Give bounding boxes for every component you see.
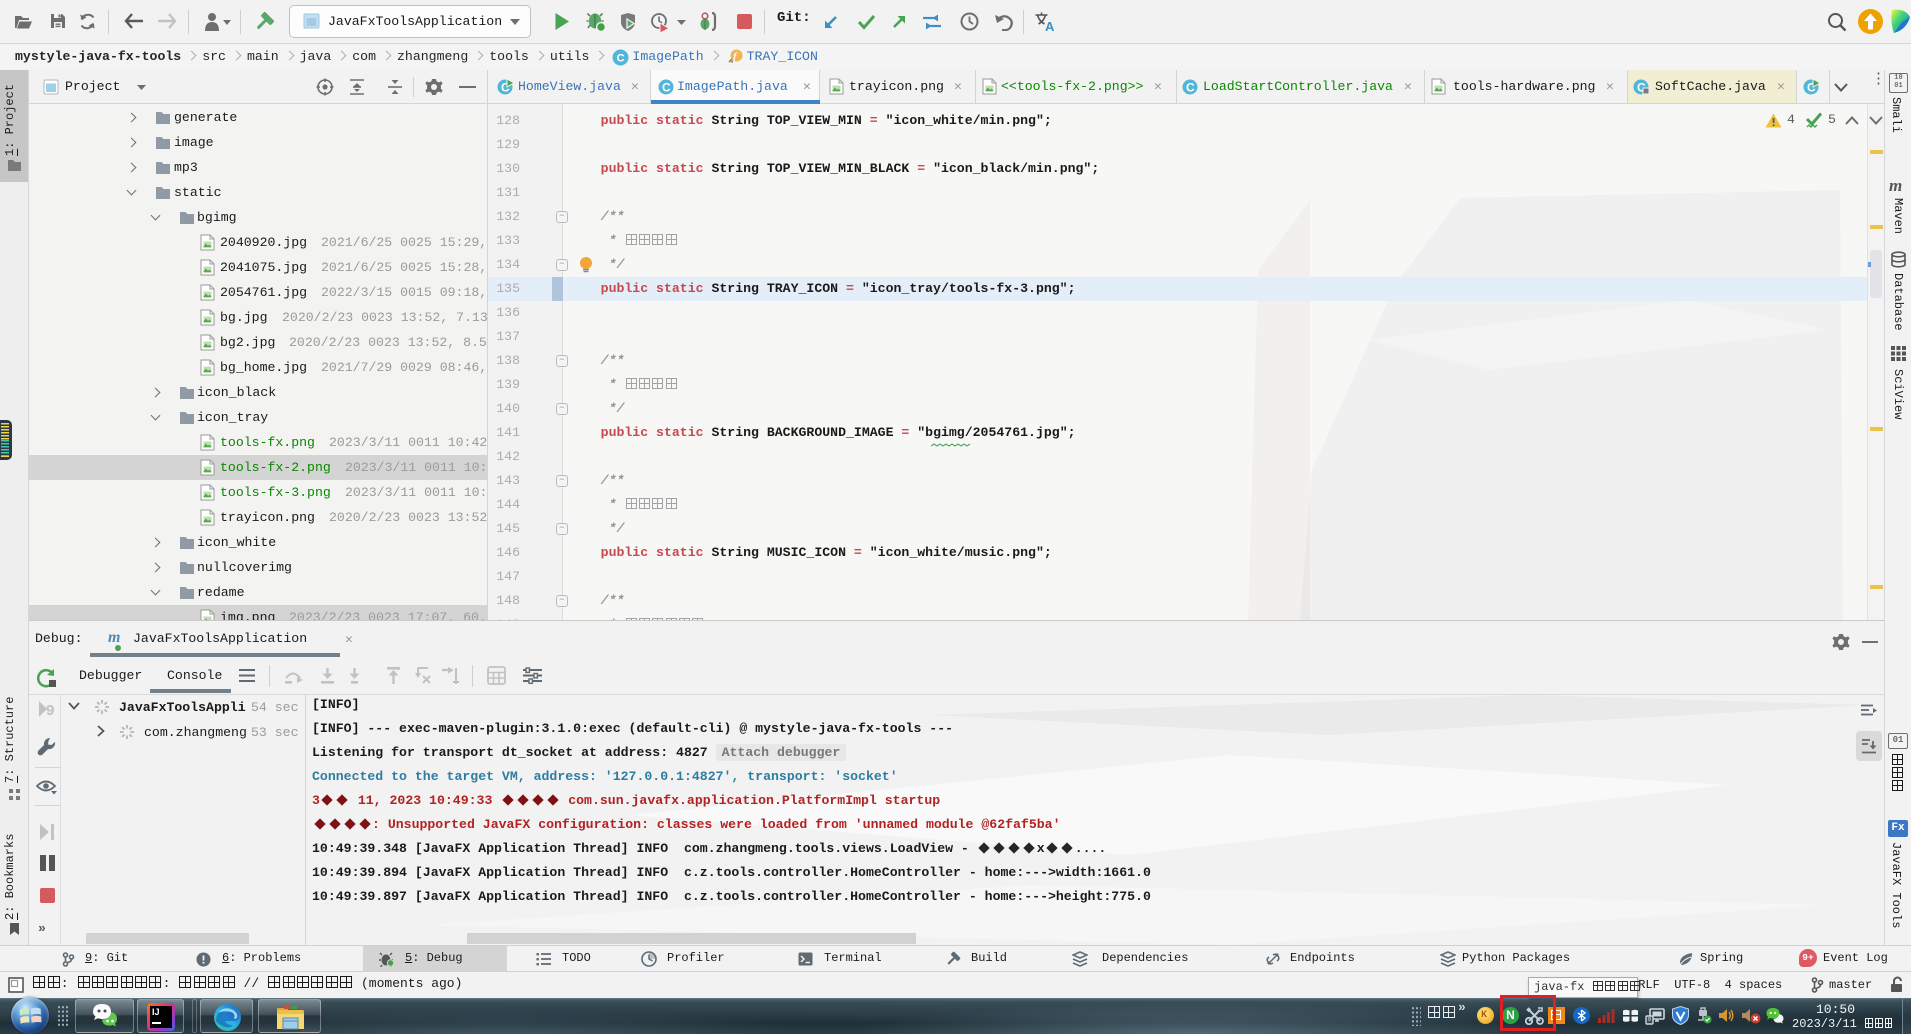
svg-text:9: 9 [46, 702, 54, 718]
svg-text:A: A [1045, 19, 1055, 33]
svg-text:C: C [617, 53, 625, 65]
